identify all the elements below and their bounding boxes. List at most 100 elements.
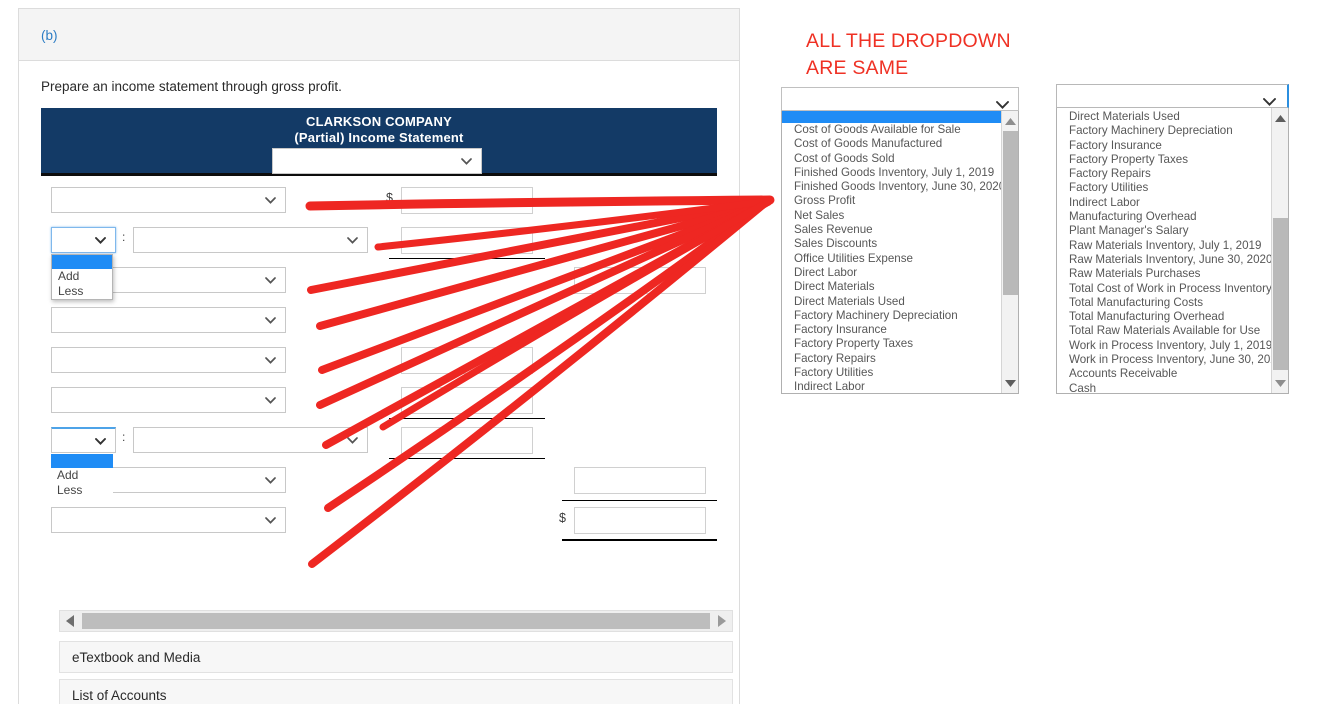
dropdown-left-options-list[interactable]: Cost of Goods Available for Sale Cost of…	[781, 111, 1019, 394]
account-select-wrapper-6	[51, 387, 286, 413]
account-select-5[interactable]	[51, 347, 286, 373]
dropdown-left-option[interactable]: Factory Property Taxes	[782, 337, 1018, 351]
add-less-option-blank[interactable]	[52, 255, 112, 269]
chevron-down-icon	[265, 397, 276, 404]
dollar-sign: $	[559, 511, 566, 525]
dropdown-right-scrollbar[interactable]	[1271, 108, 1288, 393]
dropdown-left-option[interactable]: Factory Machinery Depreciation	[782, 309, 1018, 323]
dropdown-right-option[interactable]: Factory Property Taxes	[1057, 153, 1288, 167]
dropdown-left-options-inner: Cost of Goods Available for Sale Cost of…	[782, 111, 1018, 393]
dropdown-left-option[interactable]: Direct Materials Used	[782, 295, 1018, 309]
etextbook-and-media-button[interactable]: eTextbook and Media	[59, 641, 733, 673]
account-select-1[interactable]	[51, 187, 286, 213]
dropdown-right-option[interactable]: Cash	[1057, 382, 1288, 393]
amount-input-9[interactable]	[574, 507, 706, 534]
dropdown-left-scrollbar[interactable]	[1001, 111, 1018, 393]
dropdown-right-scrollbar-thumb[interactable]	[1273, 218, 1288, 370]
list-of-accounts-button[interactable]: List of Accounts	[59, 679, 733, 704]
account-select-2[interactable]	[133, 227, 368, 253]
dropdown-right-option[interactable]: Work in Process Inventory, July 1, 2019	[1057, 339, 1288, 353]
dropdown-right-option[interactable]: Total Manufacturing Overhead	[1057, 310, 1288, 324]
dropdown-right-option[interactable]: Total Manufacturing Costs	[1057, 296, 1288, 310]
amount-input-5[interactable]	[401, 347, 533, 374]
scroll-up-arrow-icon[interactable]	[1272, 110, 1288, 126]
dropdown-left-option[interactable]: Indirect Labor	[782, 380, 1018, 393]
annotation-heading: ALL THE DROPDOWN ARE SAME	[806, 28, 1086, 82]
dropdown-right-option[interactable]: Total Raw Materials Available for Use	[1057, 324, 1288, 338]
income-statement-table: CLARKSON COMPANY (Partial) Income Statem…	[41, 108, 717, 547]
add-less-option-less[interactable]: Less	[52, 284, 112, 299]
dropdown-right-option[interactable]: Total Cost of Work in Process Inventory	[1057, 282, 1288, 296]
dropdown-left-option[interactable]: Cost of Goods Manufactured	[782, 137, 1018, 151]
account-select-wrapper-1	[51, 187, 286, 213]
dropdown-right-option[interactable]: Accounts Receivable	[1057, 367, 1288, 381]
dropdown-left-option[interactable]: Direct Labor	[782, 266, 1018, 280]
dropdown-right-option[interactable]: Plant Manager's Salary	[1057, 224, 1288, 238]
dropdown-left-option[interactable]: Cost of Goods Available for Sale	[782, 123, 1018, 137]
dropdown-left-scrollbar-thumb[interactable]	[1003, 131, 1018, 295]
dropdown-right-options-list[interactable]: Direct Materials Used Factory Machinery …	[1056, 108, 1289, 394]
dropdown-right-option[interactable]: Indirect Labor	[1057, 196, 1288, 210]
amount-input-8[interactable]	[574, 467, 706, 494]
horizontal-scrollbar[interactable]	[59, 610, 733, 632]
scrollbar-thumb[interactable]	[82, 613, 710, 629]
amount-input-2[interactable]	[401, 227, 533, 254]
scroll-right-arrow-icon[interactable]	[711, 611, 732, 631]
dropdown-right-option[interactable]: Factory Repairs	[1057, 167, 1288, 181]
dropdown-left-option[interactable]: Net Sales	[782, 209, 1018, 223]
statement-rows: $ Add Less: Add Less: $	[41, 176, 717, 547]
dropdown-right-option[interactable]: Direct Materials Used	[1057, 110, 1288, 124]
dropdown-right-option[interactable]: Factory Machinery Depreciation	[1057, 124, 1288, 138]
amount-input-1[interactable]	[401, 187, 533, 214]
dropdown-left-option[interactable]: Gross Profit	[782, 194, 1018, 208]
account-select-9[interactable]	[51, 507, 286, 533]
dropdown-right-option[interactable]: Raw Materials Purchases	[1057, 267, 1288, 281]
dropdown-right-select[interactable]	[1056, 84, 1289, 108]
dropdown-left-option[interactable]: Cost of Goods Sold	[782, 152, 1018, 166]
dropdown-left-option[interactable]: Factory Insurance	[782, 323, 1018, 337]
add-less-select-1[interactable]	[51, 227, 116, 253]
chevron-down-icon	[996, 96, 1009, 109]
add-less-option-less[interactable]: Less	[51, 483, 113, 498]
add-less-options-list-1[interactable]: Add Less	[51, 254, 113, 300]
add-less-options-list-2[interactable]: Add Less	[51, 454, 113, 498]
dropdown-right-option[interactable]: Factory Utilities	[1057, 181, 1288, 195]
subtotal-rule	[562, 500, 717, 501]
dropdown-right-option[interactable]: Work in Process Inventory, June 30, 2020	[1057, 353, 1288, 367]
dropdown-right-option[interactable]: Raw Materials Inventory, July 1, 2019	[1057, 239, 1288, 253]
dropdown-right-option[interactable]: Raw Materials Inventory, June 30, 2020	[1057, 253, 1288, 267]
amount-input-7[interactable]	[401, 427, 533, 454]
amount-input-3[interactable]	[574, 267, 706, 294]
period-select[interactable]	[272, 148, 482, 174]
part-label: (b)	[41, 28, 58, 43]
scroll-down-arrow-icon[interactable]	[1272, 375, 1288, 391]
dropdown-left-option[interactable]: Factory Repairs	[782, 352, 1018, 366]
add-less-option-blank[interactable]	[51, 454, 113, 468]
dropdown-left-option[interactable]: Finished Goods Inventory, June 30, 2020	[782, 180, 1018, 194]
dropdown-left-option[interactable]: Sales Revenue	[782, 223, 1018, 237]
subtotal-rule	[389, 258, 545, 259]
dropdown-left-select[interactable]	[781, 87, 1019, 111]
dropdown-right-option[interactable]: Factory Insurance	[1057, 139, 1288, 153]
dropdown-left-option[interactable]: Direct Materials	[782, 280, 1018, 294]
account-select-4[interactable]	[51, 307, 286, 333]
add-less-select-wrapper-1: Add Less	[51, 227, 116, 300]
scroll-left-arrow-icon[interactable]	[60, 611, 81, 631]
dropdown-right-option[interactable]: Manufacturing Overhead	[1057, 210, 1288, 224]
dropdown-left-option[interactable]: Factory Utilities	[782, 366, 1018, 380]
add-less-option-add[interactable]: Add	[51, 468, 113, 483]
dropdown-left-option[interactable]: Office Utilities Expense	[782, 252, 1018, 266]
chevron-down-icon	[265, 357, 276, 364]
dropdown-left-option[interactable]: Sales Discounts	[782, 237, 1018, 251]
add-less-select-2[interactable]	[51, 427, 116, 453]
scroll-up-arrow-icon[interactable]	[1002, 113, 1018, 129]
account-select-7[interactable]	[133, 427, 368, 453]
account-select-6[interactable]	[51, 387, 286, 413]
dropdown-left-option-blank[interactable]	[782, 111, 1018, 123]
add-less-option-add[interactable]: Add	[52, 269, 112, 284]
scroll-down-arrow-icon[interactable]	[1002, 375, 1018, 391]
amount-input-6[interactable]	[401, 387, 533, 414]
colon-separator: :	[122, 230, 126, 244]
colon-separator: :	[122, 430, 126, 444]
dropdown-left-option[interactable]: Finished Goods Inventory, July 1, 2019	[782, 166, 1018, 180]
